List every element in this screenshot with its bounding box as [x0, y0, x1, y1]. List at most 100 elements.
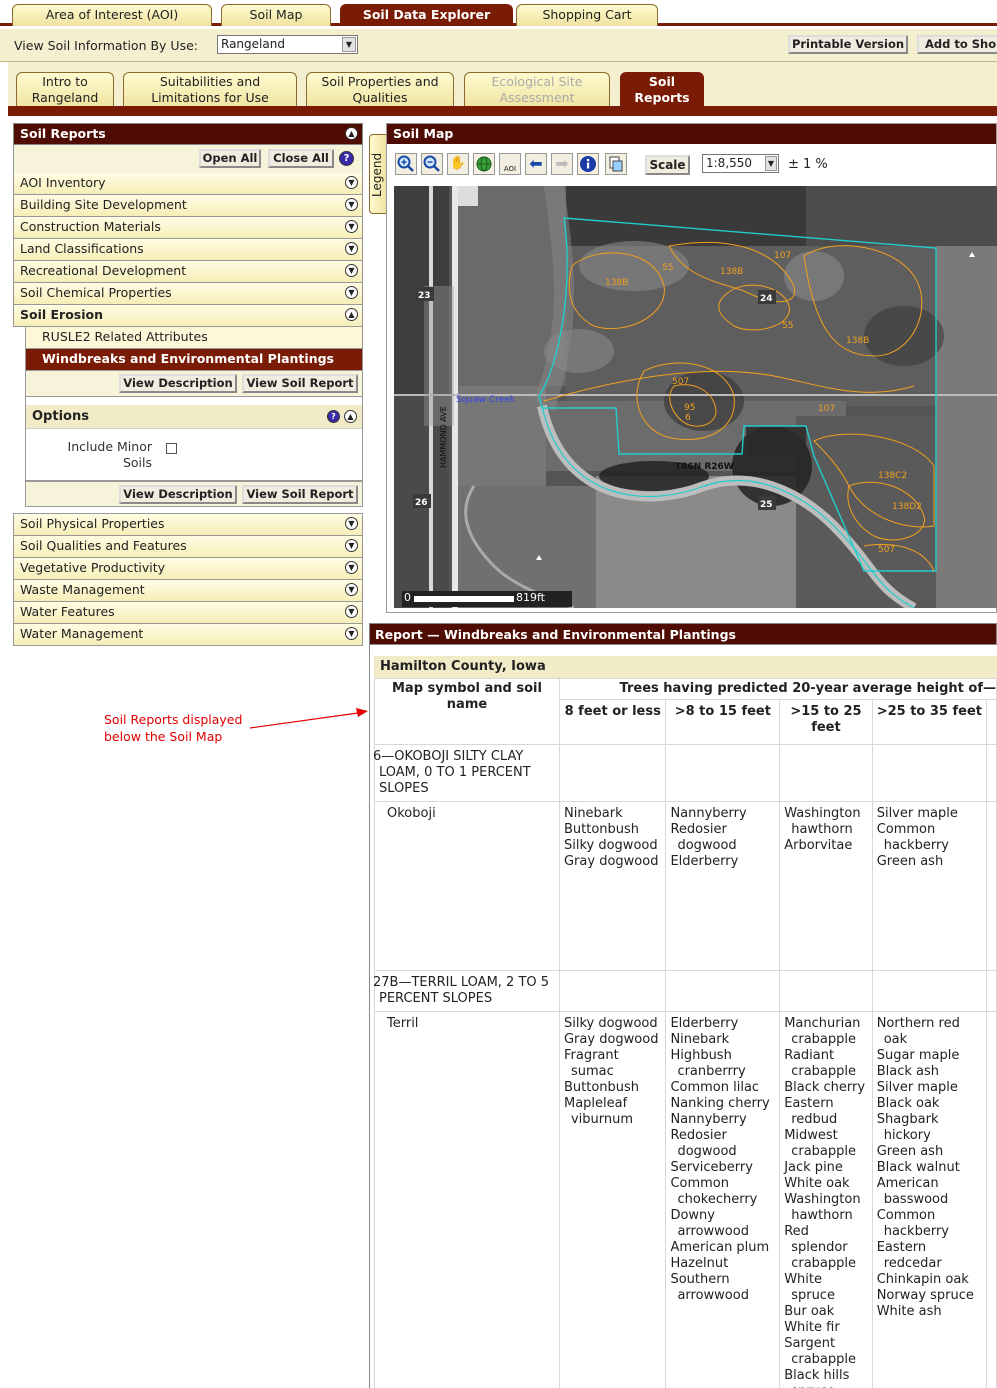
report-rusle2-related-attributes[interactable]: RUSLE2 Related Attributes: [25, 327, 363, 349]
aoi-icon[interactable]: AOI: [499, 153, 521, 175]
back-arrow-icon[interactable]: ⬅: [525, 153, 547, 175]
species-name: Black hills spruce: [784, 1368, 850, 1388]
svg-text:HAMMOND AVE: HAMMOND AVE: [439, 406, 448, 468]
map-unit-cell: 6—OKOBOJI SILTY CLAY LOAM, 0 TO 1 PERCEN…: [373, 744, 560, 802]
forward-arrow-icon[interactable]: ➡: [551, 153, 573, 175]
category-soil-physical-properties[interactable]: Soil Physical Properties ▼: [13, 514, 363, 536]
expand-icon[interactable]: ▼: [345, 264, 358, 277]
category-water-features[interactable]: Water Features ▼: [13, 602, 363, 624]
print-map-icon[interactable]: [605, 153, 627, 175]
tab-shopping-cart[interactable]: Shopping Cart: [516, 4, 658, 26]
chevron-down-icon[interactable]: ▼: [765, 156, 777, 171]
species-cell: Silky dogwood Gray dogwood Fragrant sumac B…: [558, 1011, 667, 1388]
expand-icon[interactable]: ▼: [345, 176, 358, 189]
species-name: American plum: [670, 1240, 770, 1255]
collapse-icon[interactable]: ▲: [344, 410, 357, 423]
zoom-out-icon[interactable]: [421, 153, 443, 175]
species-name: White spruce: [784, 1272, 835, 1303]
category-recreational-development[interactable]: Recreational Development ▼: [13, 261, 363, 283]
category-soil-qualities-and-features[interactable]: Soil Qualities and Features ▼: [13, 536, 363, 558]
category-waste-management[interactable]: Waste Management ▼: [13, 580, 363, 602]
zoom-in-icon[interactable]: [395, 153, 417, 175]
svg-text:107: 107: [774, 251, 791, 261]
svg-text:138C2: 138C2: [878, 471, 907, 481]
tab-soil-map[interactable]: Soil Map: [221, 4, 331, 26]
expand-icon[interactable]: ▼: [345, 517, 358, 530]
category-label: Recreational Development: [20, 263, 187, 278]
add-to-shopping-cart-button[interactable]: Add to Shop: [917, 35, 997, 54]
tab-suitabilities-and-limitations[interactable]: Suitabilities and Limitations for Use: [123, 72, 297, 108]
species-name: Buttonbush: [563, 822, 640, 837]
expand-icon[interactable]: ▼: [345, 220, 358, 233]
soil-map-canvas[interactable]: 138B 55 138B 107 55 138B 507 95 6 107 138C2 13…: [394, 186, 997, 608]
col-map-symbol-header: Map symbol and soil name: [374, 678, 560, 745]
open-all-button[interactable]: Open All: [199, 149, 261, 168]
svg-text:55: 55: [662, 263, 673, 273]
use-select[interactable]: Rangeland ▼: [217, 35, 358, 54]
category-label: Construction Materials: [20, 219, 161, 234]
report-windbreaks-plantings[interactable]: Windbreaks and Environmental Plantings: [25, 349, 363, 371]
view-soil-report-button[interactable]: View Soil Report: [242, 485, 358, 504]
svg-text:55: 55: [782, 321, 793, 331]
category-vegetative-productivity[interactable]: Vegetative Productivity ▼: [13, 558, 363, 580]
category-label: Waste Management: [20, 582, 145, 597]
expand-icon[interactable]: ▼: [345, 242, 358, 255]
tab-rule: [8, 106, 997, 116]
printable-version-button[interactable]: Printable Version: [788, 35, 908, 54]
help-icon[interactable]: ?: [339, 151, 354, 166]
expand-icon[interactable]: ▼: [345, 286, 358, 299]
expand-icon[interactable]: ▼: [345, 539, 358, 552]
expand-icon[interactable]: ▼: [345, 198, 358, 211]
tab-soil-data-explorer[interactable]: Soil Data Explorer: [340, 4, 513, 26]
category-aoi-inventory[interactable]: AOI Inventory ▼: [13, 173, 363, 195]
category-soil-chemical-properties[interactable]: Soil Chemical Properties ▼: [13, 283, 363, 305]
expand-icon[interactable]: ▼: [345, 583, 358, 596]
soil-name-cell: Okoboji: [374, 801, 560, 971]
species-name: Common lilac: [670, 1080, 760, 1095]
collapse-icon[interactable]: ▲: [345, 308, 358, 321]
collapse-icon[interactable]: ▲: [345, 127, 358, 140]
empty-cell: [986, 1011, 997, 1388]
sub-tab-bar: Intro to Rangeland Suitabilities and Lim…: [8, 62, 997, 108]
county-heading: Hamilton County, Iowa: [374, 656, 997, 678]
include-minor-soils-checkbox[interactable]: [166, 443, 177, 454]
species-name: Elderberry: [670, 1016, 739, 1031]
view-soil-report-button[interactable]: View Soil Report: [242, 374, 358, 393]
species-name: Silver maple: [876, 1080, 958, 1095]
close-all-button[interactable]: Close All: [268, 149, 334, 168]
scale-select[interactable]: 1:8,550 ▼: [702, 154, 779, 173]
species-name: Manchurian crabapple: [784, 1016, 861, 1047]
category-water-management[interactable]: Water Management ▼: [13, 624, 363, 646]
category-label: Water Features: [20, 604, 115, 619]
view-description-button[interactable]: View Description: [119, 374, 237, 393]
tab-area-of-interest[interactable]: Area of Interest (AOI): [12, 4, 212, 26]
options-actions-row: View Description View Soil Report: [25, 481, 363, 507]
expand-icon[interactable]: ▼: [345, 605, 358, 618]
view-description-button[interactable]: View Description: [119, 485, 237, 504]
pan-hand-icon[interactable]: ✋: [447, 153, 469, 175]
legend-label[interactable]: Legend: [370, 150, 386, 200]
scale-button[interactable]: Scale: [645, 155, 690, 175]
category-soil-erosion[interactable]: Soil Erosion ▲: [13, 305, 363, 327]
category-building-site-development[interactable]: Building Site Development ▼: [13, 195, 363, 217]
tab-soil-reports[interactable]: Soil Reports: [620, 72, 704, 108]
expand-icon[interactable]: ▼: [345, 561, 358, 574]
species-name: Washington hawthorn: [784, 806, 861, 837]
tab-soil-properties-and-qualities[interactable]: Soil Properties and Qualities: [306, 72, 454, 108]
category-label: Building Site Development: [20, 197, 187, 212]
species-name: Redosier dogwood: [670, 1128, 737, 1159]
identify-info-icon[interactable]: [577, 153, 599, 175]
tab-intro-to-rangeland[interactable]: Intro to Rangeland: [16, 72, 114, 108]
expand-icon[interactable]: ▼: [345, 627, 358, 640]
category-land-classifications[interactable]: Land Classifications ▼: [13, 239, 363, 261]
report-header: Report — Windbreaks and Environmental Pl…: [369, 623, 997, 645]
species-cell: Ninebark Buttonbush Silky dogwood Gray dogw…: [558, 801, 667, 971]
species-name: Ninebark: [670, 1032, 730, 1047]
help-icon[interactable]: ?: [327, 410, 340, 423]
full-extent-globe-icon[interactable]: [473, 153, 495, 175]
soil-map-header: Soil Map: [387, 124, 996, 144]
empty-cell: [986, 801, 997, 971]
category-construction-materials[interactable]: Construction Materials ▼: [13, 217, 363, 239]
use-bar: View Soil Information By Use: Rangeland …: [0, 29, 997, 62]
chevron-down-icon[interactable]: ▼: [342, 37, 356, 52]
